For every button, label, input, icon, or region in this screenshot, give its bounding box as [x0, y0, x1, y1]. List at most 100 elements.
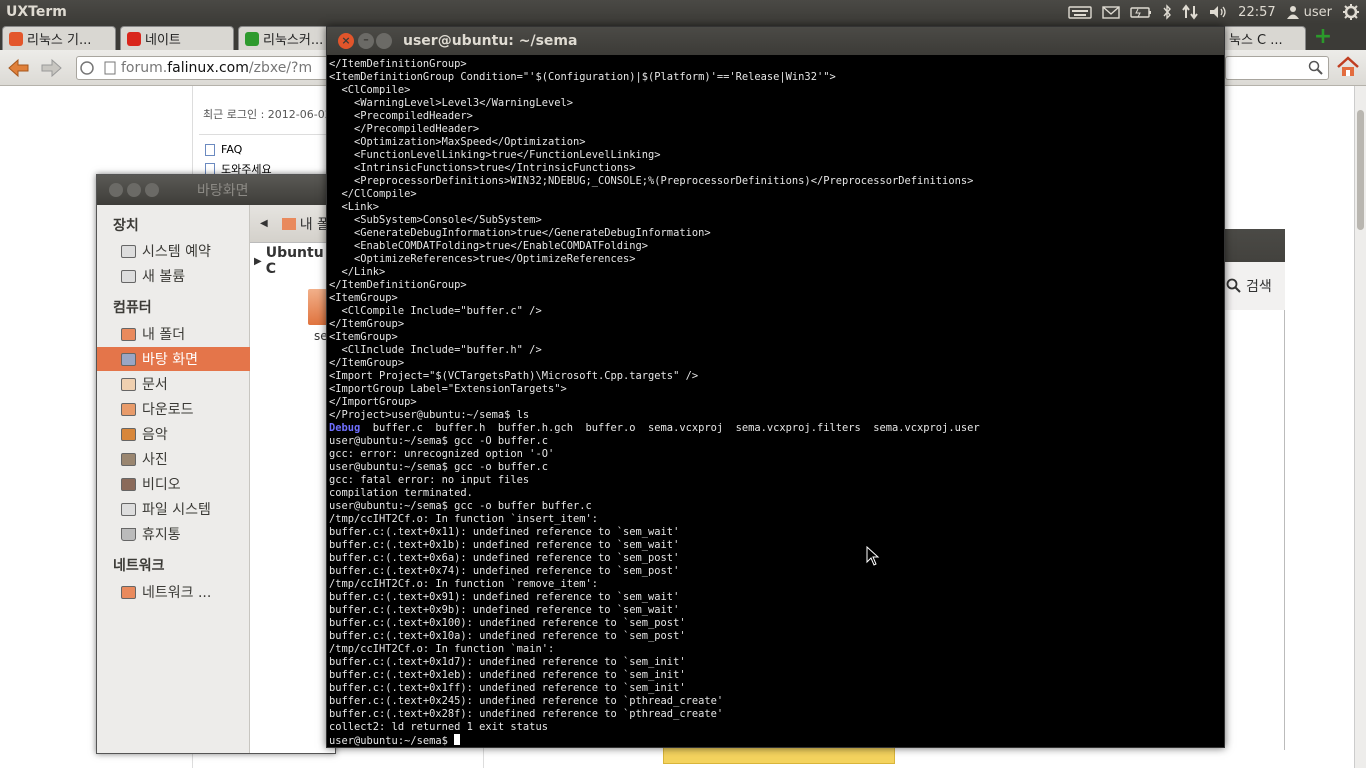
drive-icon	[121, 269, 136, 283]
sidebar-item-label: 사진	[142, 452, 168, 468]
sidebar-item-documents[interactable]: 문서	[97, 372, 250, 396]
magnifier-icon[interactable]	[1308, 60, 1324, 76]
sidebar-item-label: 문서	[142, 377, 168, 393]
sidebar-item-label: 음악	[142, 427, 168, 443]
tab-linux-2[interactable]: 리눅스커...	[238, 26, 332, 50]
address-bar[interactable]: forum. falinux.com/zbxe/?m	[76, 56, 332, 80]
terminal-line: buffer.c:(.text+0x1d7): undefined refere…	[329, 656, 686, 668]
sidebar-item-filesystem[interactable]: 파일 시스템	[97, 497, 250, 521]
sidebar-item-videos[interactable]: 비디오	[97, 472, 250, 496]
terminal-line: buffer.c:(.text+0x1eb): undefined refere…	[329, 669, 686, 681]
sidebar-item-desktop[interactable]: 바탕 화면	[97, 347, 250, 371]
clock[interactable]: 22:57	[1238, 5, 1275, 20]
ls-directory-entry: Debug	[329, 422, 361, 434]
sidebar-item-pictures[interactable]: 사진	[97, 447, 250, 471]
terminal-line: gcc: error: unrecognized option '-O'	[329, 448, 555, 460]
home-icon[interactable]	[1336, 55, 1360, 79]
tab-linux-c[interactable]: 눅스 C ...	[1222, 26, 1306, 50]
sidebar-item-network[interactable]: 네트워크 ...	[97, 580, 250, 604]
terminal-line: </ItemGroup>	[329, 318, 405, 330]
sidebar-item-new-volume[interactable]: 새 볼륨	[97, 264, 250, 288]
forward-arrow-icon[interactable]	[40, 58, 64, 78]
terminal-line: <ClCompile Include="buffer.c" />	[341, 305, 542, 317]
terminal-line: user@ubuntu:~/sema$ gcc -o buffer buffer…	[329, 500, 592, 512]
terminal-titlebar: × – user@ubuntu: ~/sema	[327, 27, 1224, 55]
sidebar-item-system-reserved[interactable]: 시스템 예약	[97, 239, 250, 263]
section-devices: 장치	[113, 218, 139, 234]
top-panel: UXTerm 22:57 user	[0, 0, 1366, 24]
faq-link[interactable]: FAQ	[205, 143, 242, 156]
url-domain: falinux.com	[167, 60, 249, 76]
terminal-line: <ItemGroup>	[329, 331, 398, 343]
user-menu[interactable]: user	[1286, 5, 1332, 20]
sidebar-item-home[interactable]: 내 폴더	[97, 322, 250, 346]
favicon-icon	[127, 31, 141, 46]
sidebar-item-music[interactable]: 음악	[97, 422, 250, 446]
terminal-line: compilation terminated.	[329, 487, 473, 499]
battery-icon[interactable]	[1130, 5, 1152, 19]
sidebar-item-label: 시스템 예약	[142, 244, 211, 260]
search-field[interactable]	[1225, 56, 1329, 80]
url-prefix: forum.	[121, 60, 168, 76]
terminal-line: collect2: ld returned 1 exit status	[329, 721, 548, 733]
bluetooth-icon[interactable]	[1162, 4, 1172, 20]
close-icon[interactable]: ×	[338, 33, 354, 49]
expander-icon: ▶	[254, 255, 262, 267]
terminal-line: <ItemGroup>	[329, 292, 398, 304]
scrollbar-thumb[interactable]	[1357, 110, 1364, 230]
terminal-line: </Project>user@ubuntu:~/sema$ ls	[329, 409, 530, 421]
terminal-window[interactable]: × – user@ubuntu: ~/sema </ItemDefinition…	[326, 26, 1225, 748]
terminal-line: user@ubuntu:~/sema$ gcc -O buffer.c	[329, 435, 548, 447]
tab-nate[interactable]: 네이트	[120, 26, 234, 50]
terminal-line: <PrecompiledHeader>	[354, 110, 473, 122]
sidebar-item-trash[interactable]: 휴지통	[97, 522, 250, 546]
documents-icon	[121, 377, 136, 391]
sidebar-item-label: 바탕 화면	[142, 352, 198, 368]
sidebar-item-label: 다운로드	[142, 402, 194, 418]
user-icon	[1286, 6, 1299, 19]
home-folder-icon	[281, 217, 296, 230]
desktop-icon	[121, 352, 136, 366]
terminal-output[interactable]: </ItemDefinitionGroup> <ItemDefinitionGr…	[329, 58, 980, 748]
link-label: FAQ	[221, 143, 243, 156]
terminal-line: </Link>	[341, 266, 386, 278]
volume-icon[interactable]	[1208, 4, 1228, 20]
document-icon	[205, 143, 215, 156]
terminal-line: </ClCompile>	[341, 188, 417, 200]
terminal-line: <Import Project="$(VCTargetsPath)\Micros…	[329, 370, 699, 382]
filesystem-icon	[121, 502, 136, 516]
site-identity-icon[interactable]	[77, 58, 121, 78]
sidebar-item-label: 파일 시스템	[142, 502, 211, 518]
terminal-title: user@ubuntu: ~/sema	[403, 33, 578, 49]
sidebar-item-label: 내 폴더	[142, 327, 186, 343]
network-icon[interactable]	[1182, 4, 1198, 20]
keyboard-icon[interactable]	[1068, 5, 1092, 19]
terminal-line: <ClInclude Include="buffer.h" />	[341, 344, 542, 356]
search-icon	[1226, 278, 1241, 293]
back-arrow-icon[interactable]	[6, 58, 30, 78]
tab-linux-1[interactable]: 리눅스 기...	[2, 26, 116, 50]
minimize-icon[interactable]	[127, 183, 141, 197]
gear-icon[interactable]	[1342, 3, 1360, 21]
dialog-search-fragment[interactable]: 검색	[1218, 262, 1285, 310]
sidebar-item-downloads[interactable]: 다운로드	[97, 397, 250, 421]
favicon-icon	[245, 31, 259, 46]
close-icon[interactable]	[109, 183, 123, 197]
maximize-icon[interactable]	[376, 33, 392, 49]
minimize-icon[interactable]: –	[358, 33, 374, 49]
network-folder-icon	[121, 585, 136, 599]
terminal-line: </ItemDefinitionGroup>	[329, 58, 467, 70]
path-back-arrow-icon[interactable]: ◀	[260, 218, 268, 229]
page-scrollbar[interactable]	[1354, 86, 1366, 768]
mail-icon[interactable]	[1102, 5, 1120, 19]
terminal-line: buffer.c:(.text+0x100): undefined refere…	[329, 617, 686, 629]
path-button-home[interactable]: 내 폴	[281, 214, 330, 234]
dialog-body-fragment	[1218, 310, 1285, 750]
new-tab-button[interactable]: +	[1312, 26, 1334, 48]
terminal-line: /tmp/ccIHT2Cf.o: In function `remove_ite…	[329, 578, 598, 590]
window-title: 바탕화면	[197, 183, 249, 199]
terminal-line: /tmp/ccIHT2Cf.o: In function `main':	[329, 643, 555, 655]
terminal-line: <ImportGroup Label="ExtensionTargets">	[329, 383, 567, 395]
maximize-icon[interactable]	[145, 183, 159, 197]
terminal-lines-after: user@ubuntu:~/sema$ gcc -O buffer.c gcc:…	[329, 435, 723, 733]
